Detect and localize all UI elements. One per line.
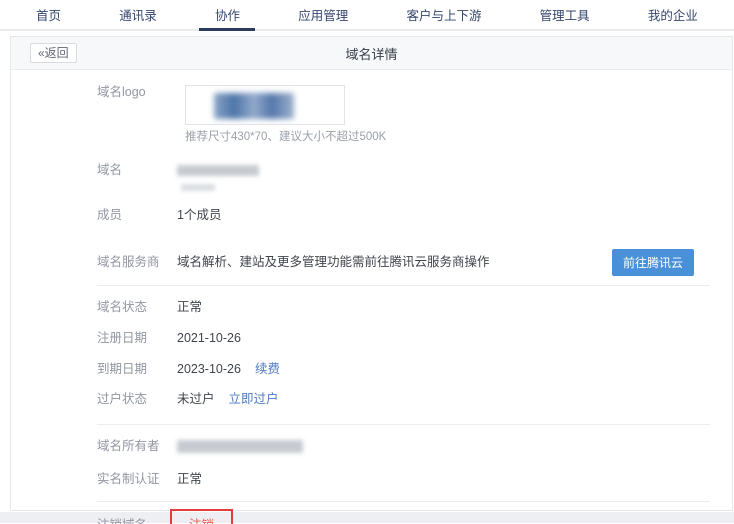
owner-label: 域名所有者 <box>97 439 177 454</box>
row-owner: 域名所有者 <box>97 439 710 457</box>
transfer-now-link[interactable]: 立即过户 <box>229 392 279 407</box>
provider-label: 域名服务商 <box>97 255 177 270</box>
domain-logo-redacted <box>214 93 294 119</box>
divider <box>97 501 710 502</box>
transfer-status-label: 过户状态 <box>97 392 177 407</box>
domain-name-value <box>177 163 259 195</box>
nav-item-home[interactable]: 首页 <box>30 0 67 29</box>
domain-status-label: 域名状态 <box>97 300 177 315</box>
owner-redacted <box>177 440 303 453</box>
deregister-label: 注销域名 <box>97 518 177 524</box>
row-domain-logo: 域名logo 推荐尺寸430*70、建议大小不超过500K <box>97 85 710 145</box>
deregister-link[interactable]: 注销 <box>189 518 214 524</box>
row-register-date: 注册日期 2021-10-26 <box>97 331 710 346</box>
domain-logo-field: 推荐尺寸430*70、建议大小不超过500K <box>177 85 386 145</box>
row-expire-date: 到期日期 2023-10-26 续费 <box>97 362 710 377</box>
expire-date-label: 到期日期 <box>97 362 177 377</box>
row-realname: 实名制认证 正常 <box>97 472 710 487</box>
row-transfer-status: 过户状态 未过户 立即过户 <box>97 392 710 407</box>
divider <box>97 285 710 286</box>
register-date-value: 2021-10-26 <box>177 331 241 346</box>
owner-value <box>177 439 303 457</box>
nav-item-collaboration[interactable]: 协作 <box>209 0 246 29</box>
row-domain-status: 域名状态 正常 <box>97 300 710 315</box>
domain-name-redacted <box>177 165 259 176</box>
domain-logo-hint: 推荐尺寸430*70、建议大小不超过500K <box>185 130 386 145</box>
nav-item-my-company[interactable]: 我的企业 <box>642 0 704 29</box>
nav-item-admin-tools[interactable]: 管理工具 <box>534 0 596 29</box>
provider-description: 域名解析、建站及更多管理功能需前往腾讯云服务商操作 <box>177 255 490 270</box>
page-title: 域名详情 <box>345 44 397 63</box>
deregister-highlight-box: 注销 <box>170 509 233 524</box>
realname-value: 正常 <box>177 472 202 487</box>
nav-item-customers[interactable]: 客户与上下游 <box>400 0 487 29</box>
members-label: 成员 <box>97 208 177 223</box>
nav-item-contacts[interactable]: 通讯录 <box>113 0 163 29</box>
members-value: 1个成员 <box>177 208 221 223</box>
row-domain-name: 域名 <box>97 163 710 195</box>
transfer-status-value: 未过户 <box>177 392 215 407</box>
row-members: 成员 1个成员 <box>97 208 710 223</box>
expire-date-value: 2023-10-26 <box>177 362 241 377</box>
realname-label: 实名制认证 <box>97 472 177 487</box>
domain-status-value: 正常 <box>177 300 202 315</box>
back-button[interactable]: «返回 <box>30 43 77 63</box>
domain-detail-panel: «返回 域名详情 域名logo 推荐尺寸430*70、建议大小不超过500K 域… <box>10 36 733 511</box>
renew-link[interactable]: 续费 <box>255 362 280 377</box>
panel-header: «返回 域名详情 <box>11 37 732 70</box>
row-provider: 域名服务商 域名解析、建站及更多管理功能需前往腾讯云服务商操作 前往腾讯云 <box>97 249 710 276</box>
domain-logo-label: 域名logo <box>97 85 177 100</box>
domain-name-label: 域名 <box>97 163 177 178</box>
nav-item-app-management[interactable]: 应用管理 <box>292 0 354 29</box>
domain-name-redacted-2 <box>181 184 215 191</box>
domain-detail-form: 域名logo 推荐尺寸430*70、建议大小不超过500K 域名 成员 1个成员… <box>11 70 732 524</box>
goto-tencent-cloud-button[interactable]: 前往腾讯云 <box>612 249 694 276</box>
divider <box>97 424 710 425</box>
top-navigation: 首页 通讯录 协作 应用管理 客户与上下游 管理工具 我的企业 <box>0 0 734 31</box>
domain-logo-image[interactable] <box>185 85 345 125</box>
register-date-label: 注册日期 <box>97 331 177 346</box>
